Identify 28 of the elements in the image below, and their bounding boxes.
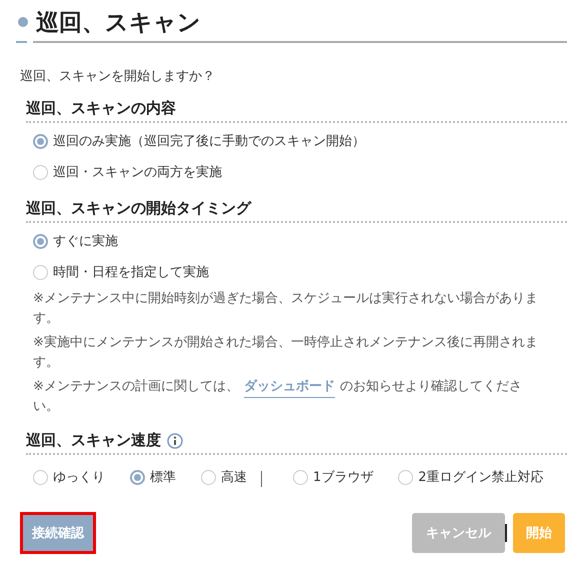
radio-option[interactable]: 高速 — [201, 467, 247, 487]
radio-button[interactable] — [293, 470, 308, 484]
radio-option[interactable]: 1ブラウザ — [293, 467, 374, 487]
radio-button[interactable] — [201, 470, 216, 484]
section-heading: 巡回、スキャンの開始タイミング — [26, 199, 251, 218]
radio-option[interactable]: 標準 — [130, 467, 176, 487]
radio-button[interactable] — [33, 234, 48, 248]
radio-button[interactable] — [398, 470, 414, 484]
radio-button[interactable] — [33, 264, 48, 280]
radio-button[interactable] — [33, 164, 48, 180]
radio-button[interactable] — [130, 470, 145, 484]
radio-option[interactable]: ゆっくり — [33, 467, 105, 487]
section-heading: 巡回、スキャン速度 — [26, 431, 161, 450]
bullet-icon — [18, 17, 28, 27]
radio-option[interactable]: 巡回・スキャンの両方を実施 — [33, 162, 567, 182]
page-title: 巡回、スキャン — [36, 8, 201, 38]
note-text: ※実施中にメンテナンスが開始された場合、一時停止されメンテナンス後に再開されます。 — [33, 334, 539, 372]
note-text: ※メンテナンスの計画に関しては、 ダッシュボード のお知らせより確認してください。 — [33, 378, 523, 416]
question-text: 巡回、スキャンを開始しますか？ — [20, 68, 216, 85]
radio-option[interactable]: すぐに実施 — [33, 231, 567, 251]
radio-option[interactable]: 時間・日程を指定して実施 — [33, 262, 567, 282]
radio-button[interactable] — [33, 470, 48, 484]
radio-option[interactable]: 巡回のみ実施（巡回完了後に手動でのスキャン開始） — [33, 131, 567, 151]
radio-option[interactable]: 2重ログイン禁止対応 — [398, 467, 544, 487]
note-text: ※メンテナンス中に開始時刻が過ぎた場合、スケジュールは実行されない場合があります。 — [33, 290, 539, 328]
section-heading: 巡回、スキャンの内容 — [26, 99, 176, 118]
radio-button[interactable] — [33, 134, 48, 148]
info-icon[interactable] — [167, 432, 183, 448]
